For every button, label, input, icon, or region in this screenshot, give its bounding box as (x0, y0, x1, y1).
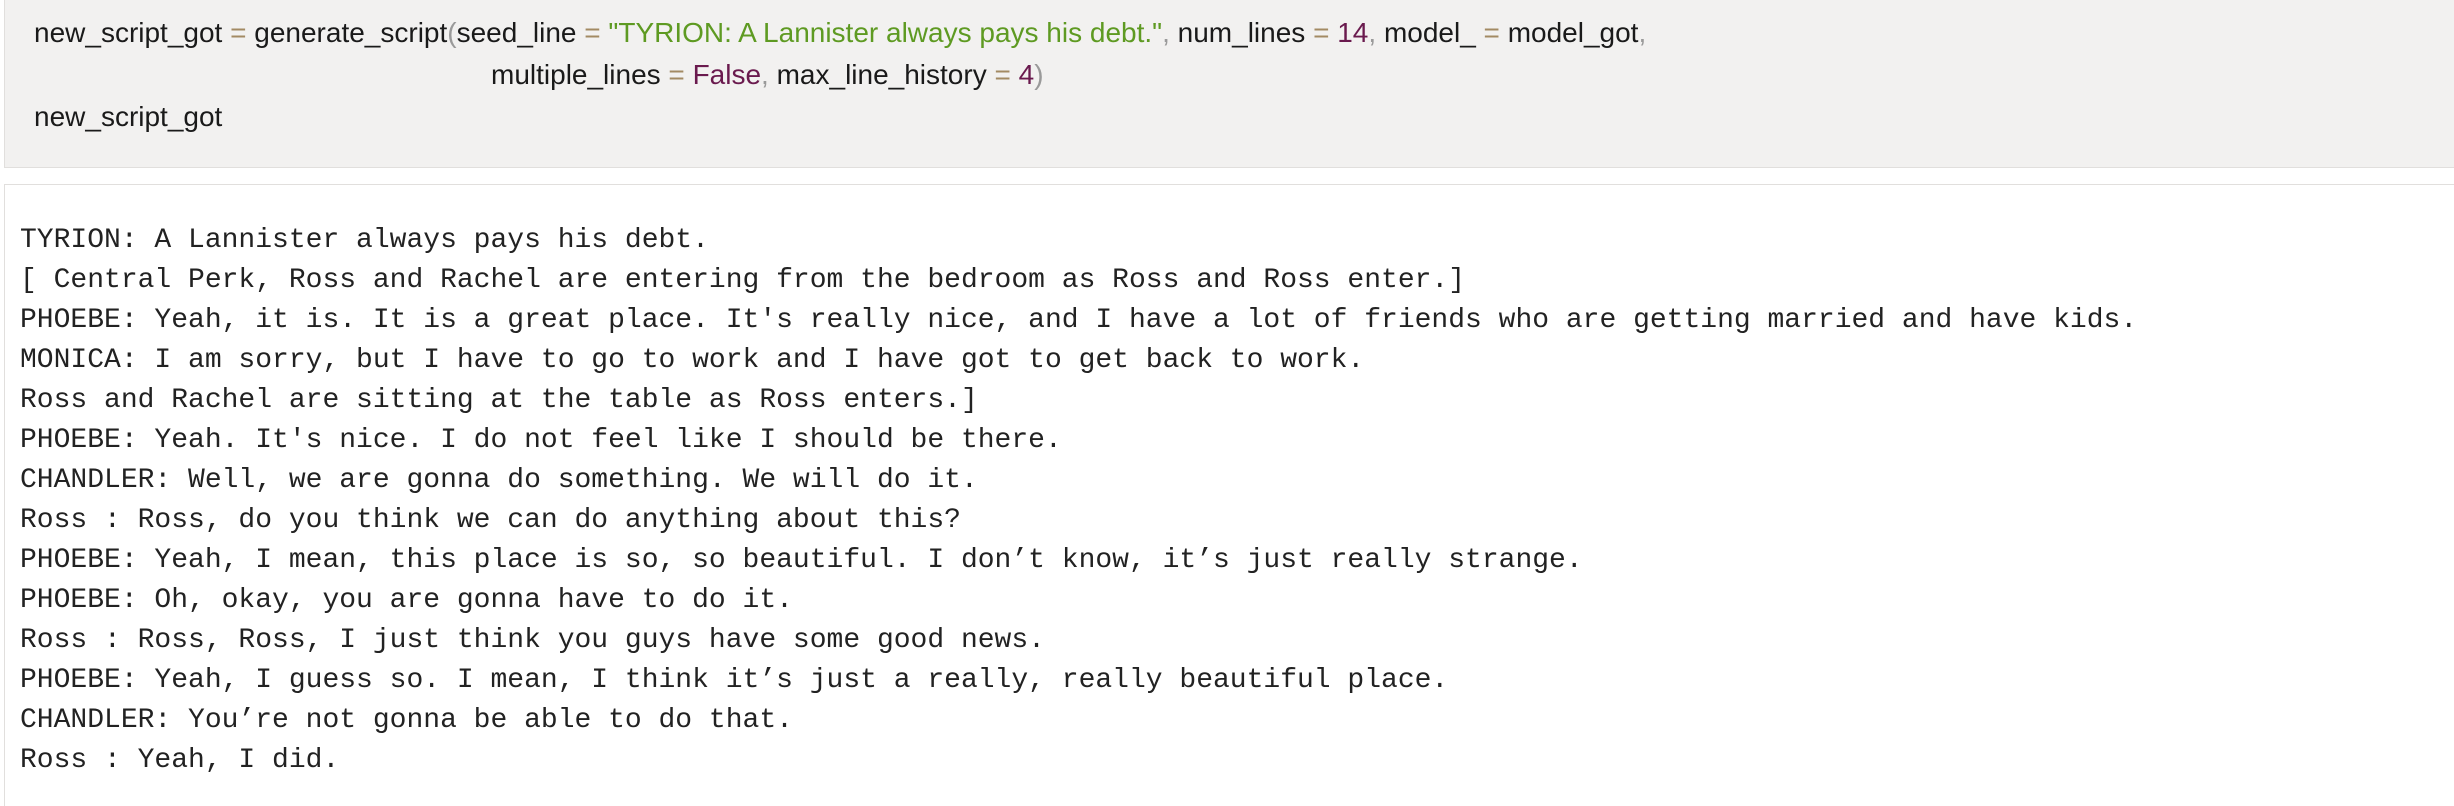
output-text: TYRION: A Lannister always pays his debt… (20, 221, 2137, 781)
code-token-comma: , (1162, 17, 1178, 48)
code-token-operator: = (576, 17, 609, 48)
code-token-paren: ) (1034, 59, 1044, 90)
output-line: PHOEBE: Yeah, I mean, this place is so, … (20, 545, 1583, 576)
code-token-operator: = (222, 17, 255, 48)
output-line: Ross and Rachel are sitting at the table… (20, 385, 978, 416)
output-cell: TYRION: A Lannister always pays his debt… (4, 184, 2454, 806)
code-token-arg-name: seed_line (456, 17, 577, 48)
output-line: TYRION: A Lannister always pays his debt… (20, 225, 709, 256)
code-token-variable: new_script_got (34, 17, 223, 48)
code-token-keyword: False (692, 59, 762, 90)
code-token-number: 4 (1018, 59, 1035, 90)
code-token-operator: = (1475, 17, 1508, 48)
output-line: Ross : Ross, Ross, I just think you guys… (20, 625, 1045, 656)
code-token-arg-name: multiple_lines (491, 59, 661, 90)
code-token-arg-name: num_lines (1177, 17, 1306, 48)
code-token-comma: , (761, 59, 777, 90)
code-token-operator: = (986, 59, 1019, 90)
code-token-operator: = (1305, 17, 1338, 48)
code-token-comma: , (1368, 17, 1384, 48)
code-token-variable: new_script_got (34, 101, 223, 132)
output-line: PHOEBE: Yeah, I guess so. I mean, I thin… (20, 665, 1449, 696)
output-line: Ross : Ross, do you think we can do anyt… (20, 505, 961, 536)
code-token-string: "TYRION: A Lannister always pays his deb… (608, 17, 1163, 48)
output-line: PHOEBE: Yeah. It's nice. I do not feel l… (20, 425, 1062, 456)
code-token-number: 14 (1337, 17, 1369, 48)
output-line: CHANDLER: Well, we are gonna do somethin… (20, 465, 978, 496)
output-line: Ross : Yeah, I did. (20, 745, 340, 776)
output-line: PHOEBE: Yeah, it is. It is a great place… (20, 305, 2138, 336)
code-line-2: multiple_lines = False, max_line_history… (491, 55, 1044, 95)
code-token-variable: model_got (1507, 17, 1639, 48)
code-line-1: new_script_got = generate_script(seed_li… (34, 13, 1646, 53)
output-line: [ Central Perk, Ross and Rachel are ente… (20, 265, 1466, 296)
code-token-function: generate_script (254, 17, 448, 48)
output-line: MONICA: I am sorry, but I have to go to … (20, 345, 1365, 376)
code-token-arg-name: model_ (1383, 17, 1476, 48)
code-token-paren: ( (447, 17, 457, 48)
code-token-operator: = (660, 59, 693, 90)
code-line-3: new_script_got (34, 97, 222, 137)
code-token-comma: , (1638, 17, 1647, 48)
code-token-arg-name: max_line_history (776, 59, 987, 90)
output-line: PHOEBE: Oh, okay, you are gonna have to … (20, 585, 793, 616)
code-cell[interactable]: new_script_got = generate_script(seed_li… (4, 0, 2454, 168)
output-line: CHANDLER: You’re not gonna be able to do… (20, 705, 793, 736)
